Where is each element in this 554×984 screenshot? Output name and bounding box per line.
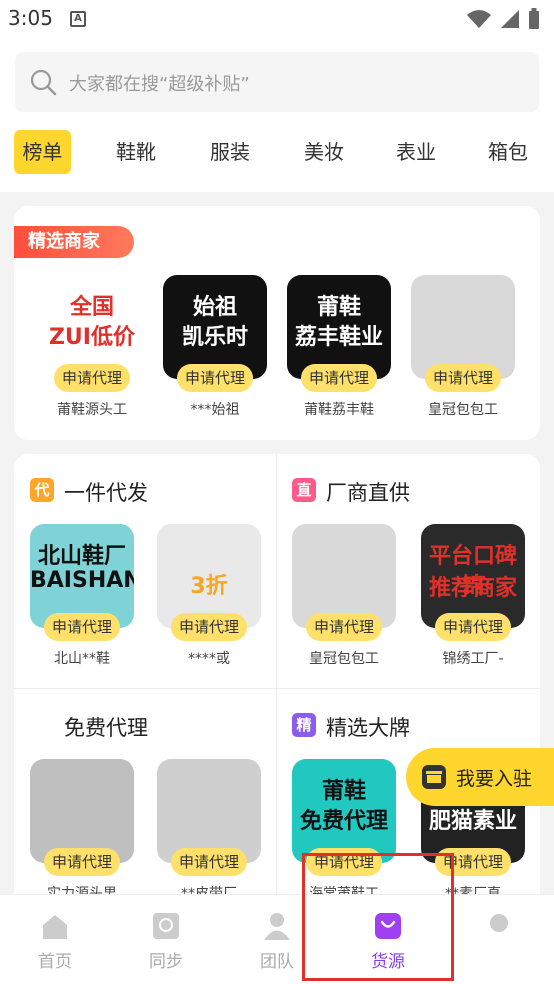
tab-bangdan[interactable]: 榜单 xyxy=(14,130,71,174)
status-icons xyxy=(466,8,540,30)
apply-agent-button[interactable]: 申请代理 xyxy=(44,848,120,876)
join-button-label: 我要入驻 xyxy=(456,768,533,790)
tab-home[interactable]: 首页 xyxy=(15,895,95,984)
section-title-mianfei[interactable]: 免费代理 xyxy=(64,712,148,742)
status-bar: 3:05 A xyxy=(0,0,554,38)
apply-agent-button[interactable]: 申请代理 xyxy=(435,613,511,641)
shop-name: 北山**鞋 xyxy=(54,651,110,667)
zhigong-badge-icon: 直 xyxy=(292,478,316,502)
apply-agent-button[interactable]: 申请代理 xyxy=(54,364,130,392)
signal-icon xyxy=(501,10,519,28)
tab-label: 首页 xyxy=(38,952,72,972)
shop-name: 莆鞋源头工 xyxy=(57,402,127,418)
apply-agent-button[interactable]: 申请代理 xyxy=(44,613,120,641)
header: 大家都在搜“超级补贴” 榜单 鞋靴 服装 美妆 表业 箱包 xyxy=(0,38,554,192)
dapai-badge-icon: 精 xyxy=(292,713,316,737)
section-divider-horizontal xyxy=(14,688,540,689)
section-title-dapai[interactable]: 精选大牌 xyxy=(326,712,410,742)
apply-agent-button[interactable]: 申请代理 xyxy=(306,613,382,641)
team-icon xyxy=(264,913,290,940)
search-icon xyxy=(30,69,57,96)
apply-agent-button[interactable]: 申请代理 xyxy=(171,848,247,876)
tab-fuzhuang[interactable]: 服装 xyxy=(196,130,264,174)
wifi-icon xyxy=(467,10,491,28)
apply-agent-button[interactable]: 申请代理 xyxy=(171,613,247,641)
shop-name: ****或 xyxy=(188,651,230,667)
bottom-tab-bar: 首页 同步 团队 货源 xyxy=(0,894,554,984)
sync-icon xyxy=(153,913,179,939)
section-divider-vertical xyxy=(276,454,277,894)
apply-agent-button[interactable]: 申请代理 xyxy=(177,364,253,392)
thumb-text: 莆鞋 xyxy=(316,295,361,320)
thumb-text: 莆鞋 xyxy=(321,779,366,804)
join-button[interactable]: 我要入驻 xyxy=(406,748,554,806)
thumb-text: 3折 xyxy=(190,574,228,599)
tab-xiexue[interactable]: 鞋靴 xyxy=(102,130,170,174)
thumb-text: 北山鞋厂 xyxy=(37,544,126,569)
thumb-text: 免费代理 xyxy=(299,809,388,834)
shop-name: 莆鞋荔丰鞋 xyxy=(304,402,374,418)
thumb-text: BAISHAN xyxy=(30,568,134,593)
tab-sync[interactable]: 同步 xyxy=(126,895,206,984)
thumb-text: 始祖 xyxy=(192,295,237,320)
thumb-text: 肥猫素业 xyxy=(428,809,517,834)
store-icon xyxy=(422,765,446,789)
thumb-text: 锦 xyxy=(461,574,484,599)
shop-name: 皇冠包包工 xyxy=(309,651,379,667)
thumb-text: ZUI低价 xyxy=(48,325,135,350)
tab-biaoye[interactable]: 表业 xyxy=(382,130,450,174)
notification-icon: A xyxy=(70,11,86,27)
shop-name: 锦绣工厂- xyxy=(442,651,504,667)
featured-tag: 精选商家 xyxy=(14,226,134,258)
apply-agent-button[interactable]: 申请代理 xyxy=(425,364,501,392)
tab-xiangbao[interactable]: 箱包 xyxy=(474,130,542,174)
tab-meizhuang[interactable]: 美妆 xyxy=(290,130,358,174)
search-bar[interactable]: 大家都在搜“超级补贴” xyxy=(15,52,539,112)
home-icon xyxy=(43,915,67,939)
shop-name: 皇冠包包工 xyxy=(428,402,498,418)
profile-icon xyxy=(490,914,508,932)
section-title-daifa[interactable]: 一件代发 xyxy=(64,477,148,507)
thumb-text: 凯乐时 xyxy=(181,325,248,350)
thumb-text: 全国 xyxy=(69,295,114,320)
status-time: 3:05 xyxy=(8,6,53,30)
shop-name: ***始祖 xyxy=(190,402,240,418)
search-input[interactable]: 大家都在搜“超级补贴” xyxy=(69,70,250,96)
section-title-zhigong[interactable]: 厂商直供 xyxy=(326,477,410,507)
daifa-badge-icon: 代 xyxy=(30,478,54,502)
category-tabs: 榜单 鞋靴 服装 美妆 表业 箱包 xyxy=(14,130,540,174)
thumb-text: 荔丰鞋业 xyxy=(294,325,383,350)
tab-profile[interactable] xyxy=(459,895,539,984)
tab-label: 同步 xyxy=(149,952,183,972)
battery-icon xyxy=(529,8,539,29)
highlight-box xyxy=(302,853,454,981)
apply-agent-button[interactable]: 申请代理 xyxy=(301,364,377,392)
